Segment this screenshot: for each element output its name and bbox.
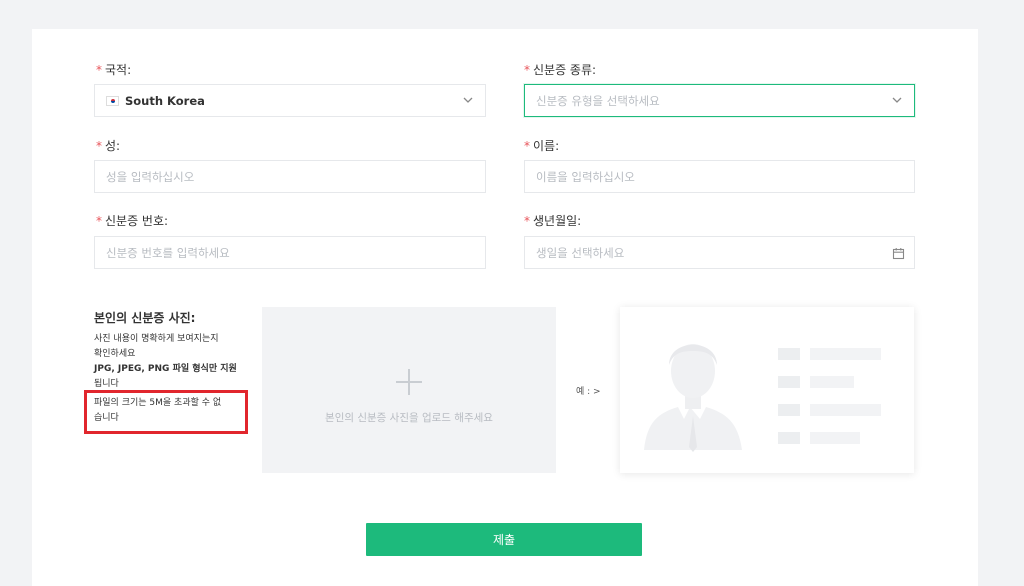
required-mark: * bbox=[524, 139, 530, 153]
submit-button[interactable]: 제출 bbox=[366, 523, 642, 556]
plus-icon[interactable] bbox=[396, 369, 422, 395]
last-name-placeholder: 성을 입력하십시오 bbox=[106, 169, 195, 184]
requirement-format: JPG, JPEG, PNG 파일 형식만 지원 bbox=[94, 364, 237, 374]
example-label: 예 : > bbox=[576, 387, 601, 397]
sample-id-card bbox=[620, 307, 914, 473]
id-photo-title: 본인의 신분증 사진: bbox=[94, 311, 196, 325]
birth-date-label: * 생년월일: bbox=[524, 214, 582, 228]
first-name-placeholder: 이름을 입력하십시오 bbox=[536, 169, 635, 184]
id-number-input[interactable]: 신분증 번호를 입력하세요 bbox=[94, 236, 486, 269]
id-type-label: * 신분증 종류: bbox=[524, 63, 597, 77]
first-name-input[interactable]: 이름을 입력하십시오 bbox=[524, 160, 915, 193]
required-mark: * bbox=[96, 214, 102, 228]
requirement-clarity: 사진 내용이 명확하게 보여지는지 bbox=[94, 334, 219, 344]
required-mark: * bbox=[524, 63, 530, 77]
upload-hint: 본인의 신분증 사진을 업로드 해주세요 bbox=[325, 412, 493, 424]
nationality-value: South Korea bbox=[125, 93, 205, 108]
chevron-down-icon bbox=[463, 97, 473, 103]
id-number-label: * 신분증 번호: bbox=[96, 214, 169, 228]
requirement-clarity-cont: 확인하세요 bbox=[94, 349, 136, 359]
last-name-input[interactable]: 성을 입력하십시오 bbox=[94, 160, 486, 193]
last-name-label: * 성: bbox=[96, 139, 121, 153]
required-mark: * bbox=[96, 139, 102, 153]
id-type-placeholder: 신분증 유형을 선택하세요 bbox=[536, 93, 660, 108]
size-requirement-highlight bbox=[84, 390, 248, 434]
nationality-select[interactable]: South Korea bbox=[94, 84, 486, 117]
chevron-down-icon bbox=[892, 97, 902, 103]
birth-date-picker[interactable]: 생일을 선택하세요 bbox=[524, 236, 915, 269]
calendar-icon bbox=[892, 248, 905, 260]
required-mark: * bbox=[524, 214, 530, 228]
first-name-label: * 이름: bbox=[524, 139, 560, 153]
id-number-placeholder: 신분증 번호를 입력하세요 bbox=[106, 245, 230, 260]
id-type-select[interactable]: 신분증 유형을 선택하세요 bbox=[524, 84, 915, 117]
birth-date-placeholder: 생일을 선택하세요 bbox=[536, 245, 625, 260]
nationality-label: * 국적: bbox=[96, 63, 132, 77]
id-card-illustration-icon bbox=[644, 344, 881, 452]
required-mark: * bbox=[96, 63, 102, 77]
korea-flag-icon bbox=[106, 95, 119, 106]
